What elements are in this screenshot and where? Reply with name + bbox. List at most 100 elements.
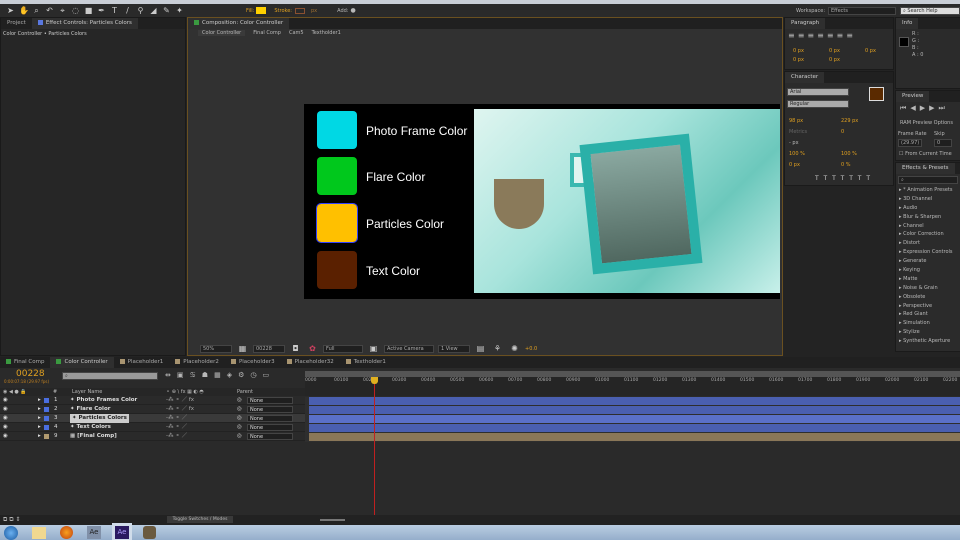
visibility-eye-icon[interactable]: ◉ <box>3 432 8 441</box>
visibility-eye-icon[interactable]: ◉ <box>3 414 8 423</box>
effects-category[interactable]: ▸ Color Correction <box>896 230 960 239</box>
puppet-tool-icon[interactable]: ✦ <box>175 6 184 15</box>
tab-effects-presets[interactable]: Effects & Presets <box>896 163 955 174</box>
parent-select[interactable]: None <box>247 433 293 440</box>
parent-select[interactable]: None <box>247 424 293 431</box>
stroke-width[interactable]: - px <box>789 140 841 146</box>
exposure-value[interactable]: +0.0 <box>525 346 537 352</box>
layer-row[interactable]: ◉ ▸ 3 ✦ Particles Colors -⁂ ⚬ ／ ◎ None <box>0 414 305 423</box>
timeline-tab[interactable]: Placeholder3 <box>225 357 281 368</box>
effects-category[interactable]: ▸ Audio <box>896 204 960 213</box>
tracking[interactable]: 0 <box>841 129 893 135</box>
eraser-tool-icon[interactable]: ◢ <box>149 6 158 15</box>
timeline-tab[interactable]: Final Comp <box>0 357 50 368</box>
label-color[interactable] <box>44 407 49 412</box>
app-icon[interactable] <box>143 526 156 539</box>
after-effects-old-icon[interactable]: Ae <box>87 526 101 539</box>
particles-color-swatch[interactable] <box>316 203 358 243</box>
visibility-eye-icon[interactable]: ◉ <box>3 423 8 432</box>
breadcrumb-item[interactable]: Textholder1 <box>312 30 341 36</box>
space-after[interactable]: 0 px <box>829 57 865 63</box>
channel-icon[interactable]: ✿ <box>308 344 317 353</box>
layer-switches[interactable]: -⁂ ⚬ ／ fx <box>166 405 194 414</box>
rectangle-tool-icon[interactable]: ■ <box>84 6 93 15</box>
flowchart-icon[interactable]: ⚘ <box>493 344 502 353</box>
parent-pick-whip-icon[interactable]: ◎ <box>237 423 242 432</box>
zoom-select[interactable]: 50% <box>200 344 232 353</box>
search-help-input[interactable]: ⌕ Search Help <box>900 6 960 15</box>
pen-tool-icon[interactable]: ✒ <box>97 6 106 15</box>
tab-preview[interactable]: Preview <box>896 91 930 102</box>
text-color-swatch[interactable] <box>317 251 357 289</box>
skip-select[interactable]: 0 <box>934 139 952 147</box>
ram-preview-options[interactable]: RAM Preview Options <box>900 120 953 126</box>
effects-category[interactable]: ▸ * Animation Presets <box>896 186 960 195</box>
parent-select[interactable]: None <box>247 406 293 413</box>
effects-category[interactable]: ▸ Expression Controls <box>896 248 960 257</box>
layer-duration-bar[interactable] <box>309 424 960 432</box>
effects-category[interactable]: ▸ Generate <box>896 257 960 266</box>
tab-project[interactable]: Project <box>1 18 32 29</box>
explorer-icon[interactable] <box>32 526 46 539</box>
effects-category[interactable]: ▸ Obsolete <box>896 293 960 302</box>
timeline-tab[interactable]: Placeholder1 <box>114 357 170 368</box>
auto-keyframe-icon[interactable]: ◷ <box>250 371 262 379</box>
view-layout-select[interactable]: 1 View <box>438 344 470 353</box>
timeline-tab[interactable]: Placeholder2 <box>169 357 225 368</box>
brush-tool-icon[interactable]: / <box>123 6 132 15</box>
effects-category[interactable]: ▸ Red Giant <box>896 310 960 319</box>
label-color[interactable] <box>44 398 49 403</box>
layer-name[interactable]: ✦ Photo Frames Color <box>70 396 137 405</box>
tab-info[interactable]: Info <box>896 18 919 29</box>
layer-duration-bar[interactable] <box>309 406 960 414</box>
layer-switches[interactable]: -⁂ ⚬ ／ fx <box>166 396 194 405</box>
effects-search-input[interactable]: ⌕ <box>898 176 958 184</box>
align-left-icon[interactable]: ≡ <box>788 31 798 40</box>
zoom-tool-icon[interactable]: ⌕ <box>32 6 41 15</box>
rotate-tool-icon[interactable]: ↶ <box>45 6 54 15</box>
layer-duration-bar[interactable] <box>309 415 960 423</box>
current-timecode[interactable]: 00228 <box>16 369 45 379</box>
effects-category[interactable]: ▸ Stylize <box>896 328 960 337</box>
clone-tool-icon[interactable]: ⚲ <box>136 6 145 15</box>
layer-row[interactable]: ◉ ▸ 2 ✦ Flare Color -⁂ ⚬ ／ fx ◎ None <box>0 405 305 414</box>
visibility-eye-icon[interactable]: ◉ <box>3 405 8 414</box>
zoom-slider[interactable] <box>320 519 345 521</box>
pan-behind-tool-icon[interactable]: ◌ <box>71 6 80 15</box>
align-right-icon[interactable]: ≡ <box>807 31 817 40</box>
parent-select[interactable]: None <box>247 397 293 404</box>
expand-arrow-icon[interactable]: ▸ <box>38 432 41 441</box>
fill-swatch[interactable] <box>256 7 267 14</box>
font-size[interactable]: 98 px <box>789 118 841 124</box>
camera-select[interactable]: Active Camera <box>384 344 434 353</box>
type-tool-icon[interactable]: T <box>110 6 119 15</box>
frame-rate-select[interactable]: (29.97) <box>898 139 922 147</box>
effects-category[interactable]: ▸ 3D Channel <box>896 195 960 204</box>
render-icon[interactable]: ▭ <box>262 371 275 379</box>
effects-category[interactable]: ▸ Synthetic Aperture <box>896 337 960 346</box>
shy-icon[interactable]: ♋ <box>190 371 202 379</box>
effects-category[interactable]: ▸ Noise & Grain <box>896 284 960 293</box>
align-center-icon[interactable]: ≡ <box>798 31 808 40</box>
time-ruler[interactable]: 0000001000020000300004000050000600007000… <box>305 371 960 396</box>
stroke-swatch[interactable] <box>295 7 305 14</box>
parent-pick-whip-icon[interactable]: ◎ <box>237 405 242 414</box>
firefox-icon[interactable] <box>60 526 73 539</box>
toggle-pixel-icon[interactable]: ▤ <box>476 344 485 353</box>
expand-arrow-icon[interactable]: ▸ <box>38 423 41 432</box>
layer-duration-bar[interactable] <box>309 397 960 405</box>
effects-category[interactable]: ▸ Channel <box>896 222 960 231</box>
effects-category[interactable]: ▸ Simulation <box>896 319 960 328</box>
layer-row[interactable]: ◉ ▸ 4 ✦ Text Colors -⁂ ⚬ ／ ◎ None <box>0 423 305 432</box>
start-button-icon[interactable] <box>4 525 18 540</box>
first-frame-icon[interactable]: ⏮ <box>900 104 910 112</box>
effects-category[interactable]: ▸ Matte <box>896 275 960 284</box>
layer-name[interactable]: ✦ Text Colors <box>70 423 111 432</box>
tab-composition[interactable]: Composition: Color Controller <box>188 18 290 29</box>
tab-paragraph[interactable]: Paragraph <box>785 18 826 29</box>
parent-select[interactable]: None <box>247 415 293 422</box>
layer-duration-bar[interactable] <box>309 433 960 441</box>
roto-brush-icon[interactable]: ✎ <box>162 6 171 15</box>
layer-switches[interactable]: -⁂ ⚬ ／ <box>166 432 187 441</box>
region-icon[interactable]: ▣ <box>369 344 378 353</box>
